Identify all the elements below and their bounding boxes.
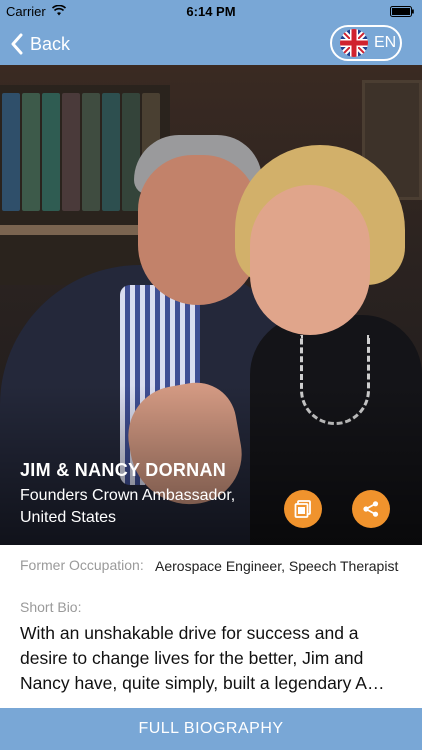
clock: 6:14 PM bbox=[186, 4, 236, 19]
bio-label: Short Bio: bbox=[20, 599, 82, 615]
back-label: Back bbox=[30, 33, 71, 54]
uk-flag-icon bbox=[340, 29, 368, 57]
status-bar: Carrier 6:14 PM bbox=[0, 0, 422, 22]
profile-details: Former Occupation: Aerospace Engineer, S… bbox=[0, 545, 422, 708]
occupation-value: Aerospace Engineer, Speech Therapist bbox=[155, 558, 399, 574]
share-icon bbox=[363, 501, 379, 517]
language-label: EN bbox=[374, 34, 397, 51]
battery-icon bbox=[390, 6, 414, 17]
gallery-icon bbox=[294, 500, 311, 518]
navigation-bar: Back EN bbox=[0, 22, 422, 65]
gallery-button[interactable] bbox=[284, 490, 322, 528]
language-button[interactable]: EN bbox=[330, 25, 402, 61]
profile-title: Founders Crown Ambassador, United States bbox=[20, 487, 236, 526]
bio-text: With an unshakable drive for success and… bbox=[20, 623, 385, 693]
back-button[interactable]: Back bbox=[10, 30, 70, 58]
profile-name: JIM & NANCY DORNAN bbox=[20, 460, 227, 480]
full-biography-button[interactable]: FULL BIOGRAPHY bbox=[0, 708, 422, 750]
profile-photo: JIM & NANCY DORNAN Founders Crown Ambass… bbox=[0, 65, 422, 545]
full-biography-label: FULL BIOGRAPHY bbox=[138, 720, 284, 737]
chevron-left-icon bbox=[11, 33, 23, 55]
share-button[interactable] bbox=[352, 490, 390, 528]
occupation-label: Former Occupation: bbox=[20, 557, 144, 573]
